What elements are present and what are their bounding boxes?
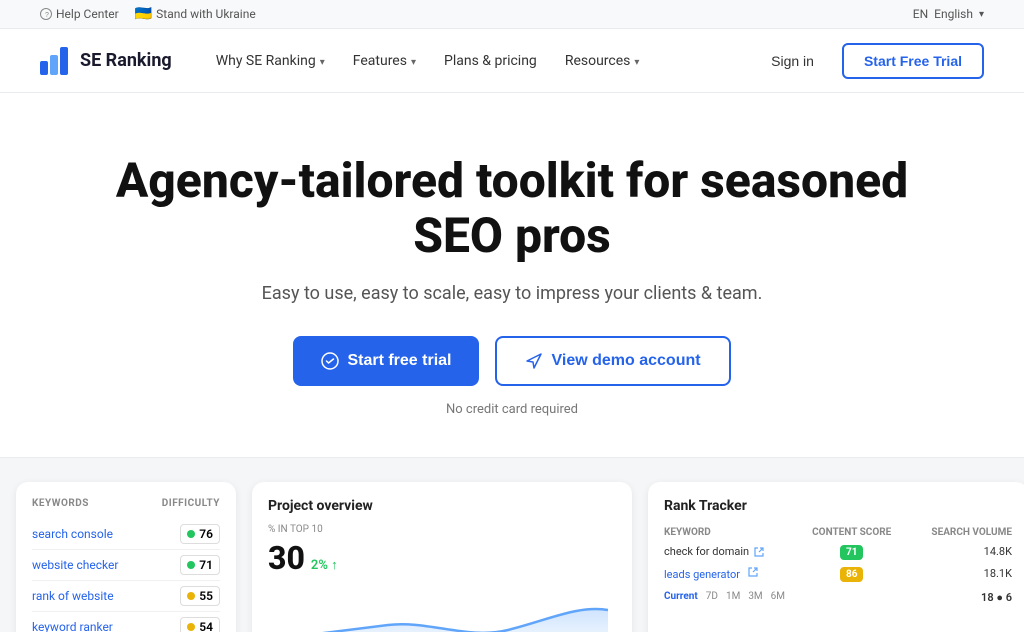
dashboard-preview: Keywords Difficulty search console 76 we… xyxy=(0,457,1024,632)
kw-row-2: website checker 71 xyxy=(32,550,220,581)
top-bar-left: ? Help Center 🇺🇦 Stand with Ukraine xyxy=(40,6,256,22)
kw-row-3: rank of website 55 xyxy=(32,581,220,612)
dot-yellow-icon-2 xyxy=(187,623,195,631)
rank-period-row: Current 7D 1M 3M 6M 18 ● 6 xyxy=(664,591,1012,604)
rank-col-keyword: Keyword xyxy=(664,524,799,541)
project-change: 2% ↑ xyxy=(311,557,338,573)
nav-plans[interactable]: Plans & pricing xyxy=(432,45,549,77)
navbar: SE Ranking Why SE Ranking Features Plans… xyxy=(0,29,1024,93)
kw-row-4: keyword ranker 54 xyxy=(32,612,220,632)
send-icon xyxy=(525,352,543,370)
dot-green-icon-2 xyxy=(187,561,195,569)
logo-icon xyxy=(40,47,72,75)
rank-row-1: check for domain 71 14.8K xyxy=(664,541,1012,562)
logo-link[interactable]: SE Ranking xyxy=(40,47,172,75)
nav-actions: Sign in Start Free Trial xyxy=(759,43,984,79)
project-chart-svg xyxy=(268,585,608,632)
link-icon-2 xyxy=(747,566,759,578)
rank-domain-link: check for domain xyxy=(664,545,799,558)
nav-resources[interactable]: Resources xyxy=(553,45,652,77)
resources-chevron-icon xyxy=(634,53,639,69)
kw-row-1: search console 76 xyxy=(32,519,220,550)
why-chevron-icon xyxy=(320,53,325,69)
top-bar-right[interactable]: EN English ▾ xyxy=(913,7,984,21)
project-overview-card: Project overview % IN TOP 10 30 2% ↑ xyxy=(252,482,632,632)
link-icon xyxy=(753,546,765,558)
rank-col-volume: Search Volume xyxy=(904,524,1012,541)
project-mini-chart xyxy=(268,585,616,632)
rank-tracker-card: Rank Tracker Keyword Content Score Searc… xyxy=(648,482,1024,632)
nav-features[interactable]: Features xyxy=(341,45,428,77)
svg-text:?: ? xyxy=(45,12,49,19)
view-demo-button[interactable]: View demo account xyxy=(495,336,730,386)
hero-section: Agency-tailored toolkit for seasoned SEO… xyxy=(0,93,1024,457)
no-credit-text: No credit card required xyxy=(40,402,984,417)
help-icon: ? xyxy=(40,8,52,20)
logo-text: SE Ranking xyxy=(80,50,172,71)
hero-title: Agency-tailored toolkit for seasoned SEO… xyxy=(112,153,912,263)
start-free-button[interactable]: Start Free Trial xyxy=(842,43,984,79)
sign-in-button[interactable]: Sign in xyxy=(759,45,826,77)
rank-table: Keyword Content Score Search Volume chec… xyxy=(664,524,1012,585)
top-bar: ? Help Center 🇺🇦 Stand with Ukraine EN E… xyxy=(0,0,1024,29)
checkmark-circle-icon xyxy=(321,352,339,370)
rank-row-2: leads generator 86 18.1K xyxy=(664,562,1012,585)
keywords-card: Keywords Difficulty search console 76 we… xyxy=(16,482,236,632)
nav-links: Why SE Ranking Features Plans & pricing … xyxy=(204,45,759,77)
start-trial-button[interactable]: Start free trial xyxy=(293,336,479,386)
help-center-link[interactable]: ? Help Center xyxy=(40,7,119,21)
nav-why[interactable]: Why SE Ranking xyxy=(204,45,337,77)
score-badge-1: 71 xyxy=(840,545,863,560)
hero-buttons: Start free trial View demo account xyxy=(40,336,984,386)
lang-chevron-icon: ▾ xyxy=(979,9,984,20)
keywords-header: Keywords Difficulty xyxy=(32,498,220,509)
project-big-number: 30 xyxy=(268,539,305,577)
dot-yellow-icon xyxy=(187,592,195,600)
rank-leads-link[interactable]: leads generator xyxy=(664,568,743,581)
score-badge-2: 86 xyxy=(840,567,863,582)
ukraine-link[interactable]: 🇺🇦 Stand with Ukraine xyxy=(135,6,256,22)
features-chevron-icon xyxy=(411,53,416,69)
rank-values: 18 ● 6 xyxy=(981,591,1012,604)
dot-green-icon xyxy=(187,530,195,538)
rank-col-content: Content Score xyxy=(799,524,905,541)
ukraine-flag: 🇺🇦 xyxy=(135,6,152,22)
hero-subtitle: Easy to use, easy to scale, easy to impr… xyxy=(40,283,984,304)
